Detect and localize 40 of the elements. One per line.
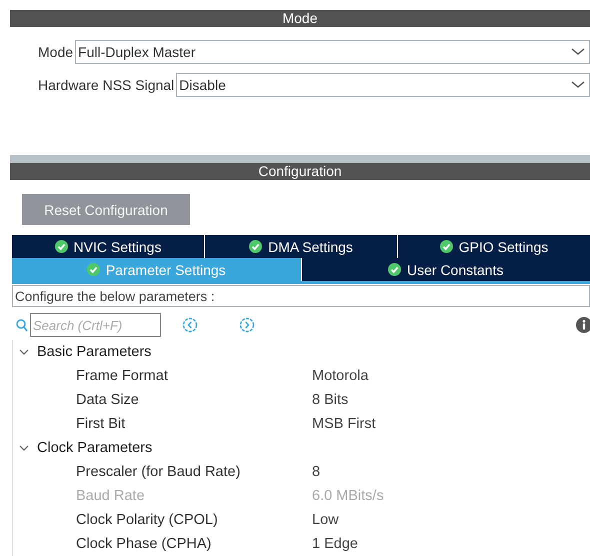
parameter-value[interactable]: 8 Bits xyxy=(312,392,348,408)
parameter-name: Data Size xyxy=(76,392,140,408)
info-text: Configure the below parameters : xyxy=(12,285,590,307)
previous-icon[interactable] xyxy=(182,317,198,333)
section-header: Mode xyxy=(10,10,590,27)
checkmark-icon xyxy=(54,240,68,253)
checkmark-icon xyxy=(249,240,262,253)
expand-caret-icon[interactable] xyxy=(19,347,29,357)
checkmark-icon xyxy=(86,263,100,276)
group-title[interactable]: Clock Parameters xyxy=(37,440,152,456)
dropdown-field[interactable]: Full-Duplex Master xyxy=(75,40,590,64)
search-field[interactable]: Search (Crtl+F) xyxy=(30,313,161,337)
expand-caret-icon[interactable] xyxy=(19,443,29,453)
parameter-name: Frame Format xyxy=(76,368,169,384)
next-icon[interactable] xyxy=(239,317,255,333)
search-icon xyxy=(16,318,28,332)
parameter-value[interactable]: 8 xyxy=(312,464,320,480)
dropdown-caret-icon xyxy=(571,48,585,56)
parameter-value[interactable]: MSB First xyxy=(312,416,376,432)
settings-tab[interactable]: DMA Settings xyxy=(205,235,398,258)
dropdown-caret-icon xyxy=(571,81,585,89)
checkmark-icon xyxy=(440,240,453,253)
info-icon[interactable] xyxy=(576,317,590,333)
section-header: Configuration xyxy=(10,163,590,180)
parameter-value[interactable]: 1 Edge xyxy=(312,536,358,552)
parameter-name: First Bit xyxy=(76,416,126,432)
dropdown-field[interactable]: Disable xyxy=(176,73,590,97)
parameter-name: Baud Rate xyxy=(76,488,146,504)
group-title[interactable]: Basic Parameters xyxy=(37,344,152,360)
parameter-name: Prescaler (for Baud Rate) xyxy=(76,464,242,480)
parameter-name: Clock Phase (CPHA) xyxy=(76,536,212,552)
parameter-value[interactable]: Motorola xyxy=(312,368,368,384)
settings-tab[interactable]: User Constants xyxy=(302,258,590,281)
parameter-value[interactable]: Low xyxy=(312,512,339,528)
parameter-name: Clock Polarity (CPOL) xyxy=(76,512,219,528)
settings-tab[interactable]: NVIC Settings xyxy=(12,235,205,258)
field-label: Mode xyxy=(38,44,74,60)
checkmark-icon xyxy=(388,263,401,276)
field-label: Hardware NSS Signal xyxy=(38,77,174,93)
settings-tab[interactable]: GPIO Settings xyxy=(398,235,590,258)
